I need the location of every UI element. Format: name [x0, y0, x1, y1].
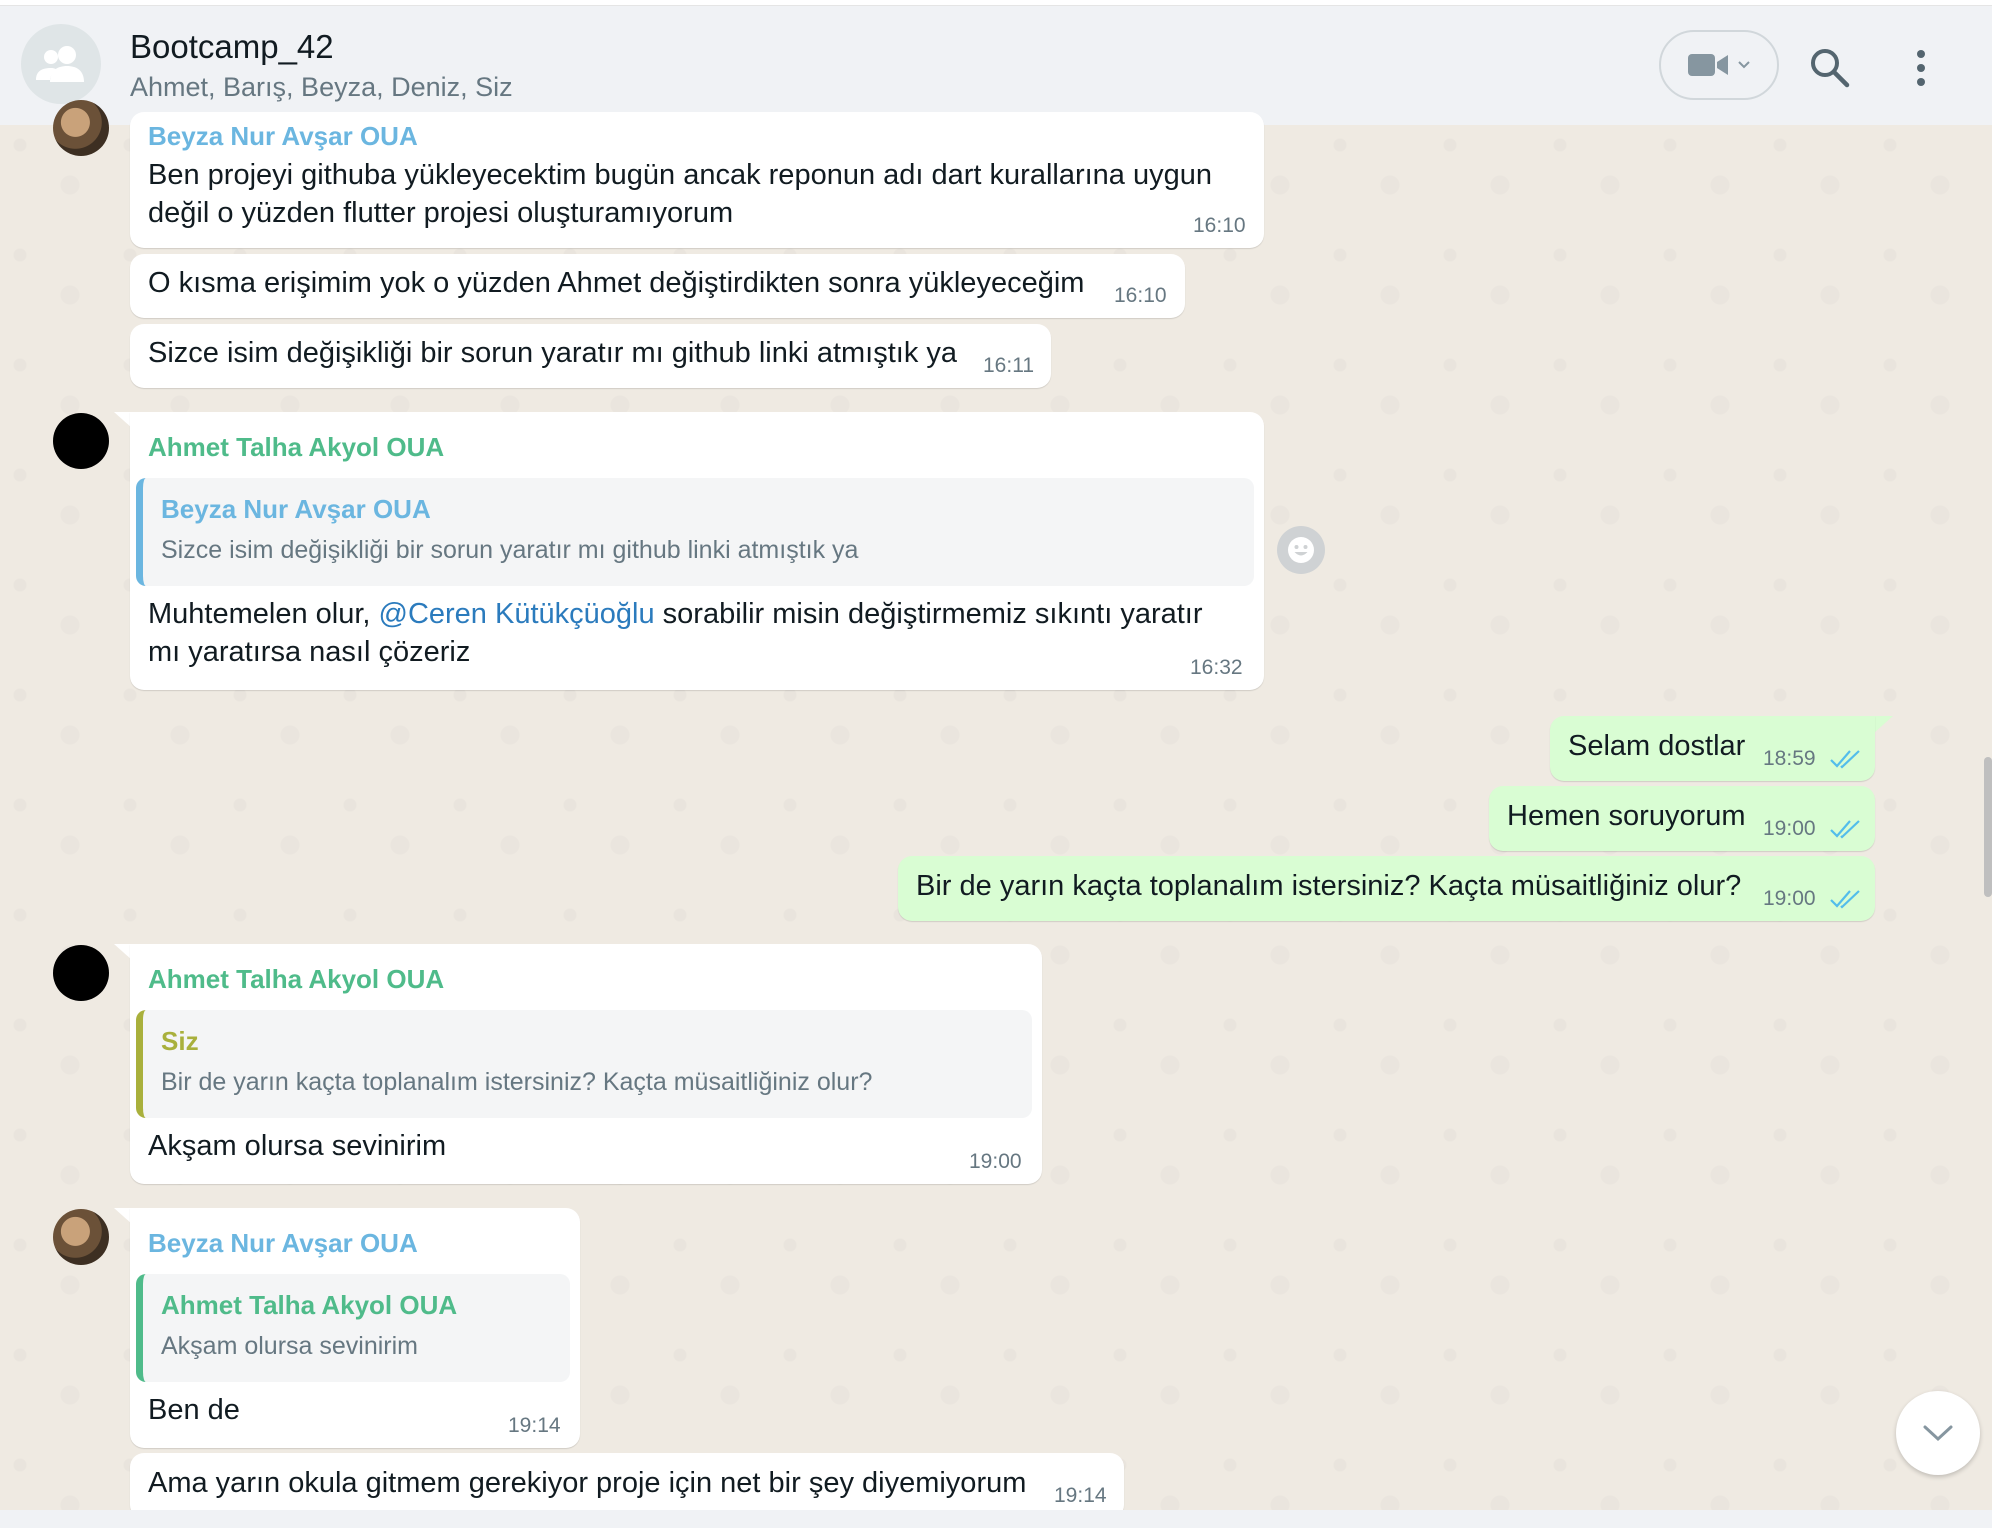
composer-edge — [0, 1510, 1992, 1528]
message-text: mı yaratırsa nasıl çözeriz — [148, 636, 471, 668]
avatar-beyza[interactable] — [53, 1209, 109, 1265]
message-sender[interactable]: Ahmet Talha Akyol OUA — [148, 964, 444, 995]
quoted-message[interactable]: Ahmet Talha Akyol OUA Akşam olursa sevin… — [136, 1274, 570, 1382]
message-bubble[interactable]: Beyza Nur Avşar OUA Ahmet Talha Akyol OU… — [130, 1208, 580, 1448]
bubble-tail — [1875, 716, 1893, 732]
message-time: 19:00 — [969, 1150, 1022, 1173]
video-call-icon — [1688, 54, 1728, 76]
read-ticks-icon — [1830, 890, 1860, 909]
quoted-message[interactable]: Beyza Nur Avşar OUA Sizce isim değişikli… — [136, 478, 1254, 586]
message-time: 19:14 — [508, 1414, 561, 1437]
quoted-sender: Beyza Nur Avşar OUA — [161, 494, 431, 524]
message-sender[interactable]: Beyza Nur Avşar OUA — [148, 1228, 418, 1259]
message-time: 16:32 — [1190, 656, 1243, 679]
message-text-part: sorabilir misin değiştirmemiz sıkıntı ya… — [654, 598, 1203, 630]
group-avatar[interactable] — [21, 24, 101, 104]
message-text: değil o yüzden flutter projesi oluşturam… — [148, 197, 734, 229]
react-button[interactable] — [1277, 526, 1325, 574]
message-time: 19:00 — [1763, 887, 1816, 910]
read-ticks-icon — [1830, 820, 1860, 839]
message-text-part: Muhtemelen olur, — [148, 598, 379, 630]
message-bubble-outgoing[interactable]: Bir de yarın kaçta toplanalım istersiniz… — [898, 856, 1875, 921]
group-icon — [36, 46, 84, 82]
message-bubble[interactable]: Sizce isim değişikliği bir sorun yaratır… — [130, 324, 1051, 388]
message-bubble-outgoing[interactable]: Selam dostlar 18:59 — [1550, 716, 1875, 781]
message-time: 16:11 — [983, 354, 1034, 377]
message-bubble[interactable]: Ahmet Talha Akyol OUA Siz Bir de yarın k… — [130, 944, 1042, 1184]
quoted-sender: Ahmet Talha Akyol OUA — [161, 1290, 458, 1320]
quoted-text: Akşam olursa sevinirim — [161, 1332, 419, 1360]
message-bubble-outgoing[interactable]: Hemen soruyorum 19:00 — [1489, 786, 1875, 851]
chat-title[interactable]: Bootcamp_42 — [130, 28, 334, 66]
avatar-ahmet[interactable] — [53, 945, 109, 1001]
menu-icon[interactable] — [1914, 48, 1928, 88]
chevron-down-icon — [1738, 61, 1750, 69]
quoted-sender: Siz — [161, 1026, 199, 1056]
message-text: Hemen soruyorum — [1507, 800, 1746, 832]
message-text: Ama yarın okula gitmem gerekiyor proje i… — [148, 1467, 1027, 1499]
message-text: Bir de yarın kaçta toplanalım istersiniz… — [916, 870, 1742, 902]
scroll-to-bottom-button[interactable] — [1896, 1391, 1980, 1475]
smiley-icon — [1288, 537, 1314, 563]
group-members[interactable]: Ahmet, Barış, Beyza, Deniz, Siz — [130, 72, 513, 103]
chat-header: Bootcamp_42 Ahmet, Barış, Beyza, Deniz, … — [0, 6, 1992, 126]
scrollbar-thumb[interactable] — [1984, 757, 1992, 897]
avatar-beyza[interactable] — [53, 100, 109, 156]
message-time: 19:14 — [1054, 1484, 1107, 1507]
mention-link[interactable]: @Ceren Kütükçüoğlu — [379, 598, 655, 630]
message-text: Sizce isim değişikliği bir sorun yaratır… — [148, 337, 958, 369]
message-bubble[interactable]: O kısma erişimim yok o yüzden Ahmet deği… — [130, 254, 1185, 318]
message-time: 16:10 — [1114, 284, 1167, 307]
message-text: Muhtemelen olur, @Ceren Kütükçüoğlu sora… — [148, 595, 1203, 634]
chevron-down-icon — [1923, 1425, 1953, 1442]
message-text: Ben projeyi githuba yükleyecektim bugün … — [148, 159, 1213, 191]
message-time: 18:59 — [1763, 747, 1816, 770]
message-time: 19:00 — [1763, 817, 1816, 840]
quoted-text: Sizce isim değişikliği bir sorun yaratır… — [161, 536, 859, 564]
quoted-message[interactable]: Siz Bir de yarın kaçta toplanalım isters… — [136, 1010, 1032, 1118]
avatar-ahmet[interactable] — [53, 413, 109, 469]
message-bubble[interactable]: Ahmet Talha Akyol OUA Beyza Nur Avşar OU… — [130, 412, 1264, 690]
message-text: O kısma erişimim yok o yüzden Ahmet deği… — [148, 267, 1085, 299]
quoted-text: Bir de yarın kaçta toplanalım istersiniz… — [161, 1068, 873, 1096]
message-text: Ben de — [148, 1394, 240, 1426]
message-time: 16:10 — [1193, 214, 1246, 237]
message-sender[interactable]: Beyza Nur Avşar OUA — [148, 121, 418, 152]
video-call-button[interactable] — [1659, 30, 1779, 100]
search-icon[interactable] — [1808, 46, 1850, 88]
read-ticks-icon — [1830, 750, 1860, 769]
message-sender[interactable]: Ahmet Talha Akyol OUA — [148, 432, 444, 463]
message-bubble[interactable]: Beyza Nur Avşar OUA Ben projeyi githuba … — [130, 112, 1264, 248]
message-text: Akşam olursa sevinirim — [148, 1130, 447, 1162]
message-text: Selam dostlar — [1568, 730, 1746, 762]
